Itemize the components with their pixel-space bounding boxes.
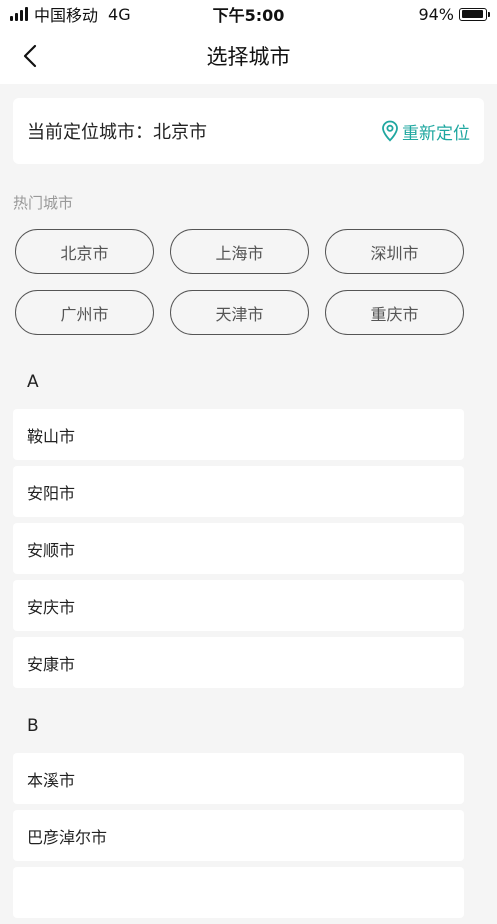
relocate-label: 重新定位 [402, 123, 470, 144]
status-left: 中国移动 4G [10, 2, 131, 26]
hot-city-chip[interactable]: 上海市 [170, 229, 309, 274]
back-button[interactable] [14, 40, 46, 72]
battery-percent: 94% [418, 4, 454, 24]
relocate-button[interactable]: 重新定位 [381, 119, 470, 144]
list-item-partial[interactable] [13, 867, 464, 918]
list-item[interactable]: 安庆市 [13, 580, 464, 631]
battery-icon [459, 7, 490, 21]
section-header-b: B [27, 716, 39, 736]
hot-cities-grid: 北京市 上海市 深圳市 广州市 天津市 重庆市 [15, 229, 465, 335]
map-pin-icon [382, 120, 398, 142]
chevron-left-icon [23, 44, 37, 68]
status-bar: 中国移动 4G 下午5:00 94% [0, 0, 497, 28]
hot-city-chip[interactable]: 深圳市 [325, 229, 464, 274]
hot-cities-title: 热门城市 [13, 194, 74, 212]
list-item[interactable]: 本溪市 [13, 753, 464, 804]
list-item[interactable]: 巴彦淖尔市 [13, 810, 464, 861]
list-item[interactable]: 安康市 [13, 637, 464, 688]
current-location-label: 当前定位城市：北京市 [27, 122, 207, 143]
nav-bar: 选择城市 [0, 28, 497, 84]
list-item[interactable]: 安顺市 [13, 523, 464, 574]
signal-icon [10, 7, 28, 21]
hot-city-chip[interactable]: 重庆市 [325, 290, 464, 335]
hot-city-chip[interactable]: 天津市 [170, 290, 309, 335]
network-type: 4G [108, 4, 131, 24]
list-item[interactable]: 鞍山市 [13, 409, 464, 460]
hot-city-chip[interactable]: 北京市 [15, 229, 154, 274]
list-item[interactable]: 安阳市 [13, 466, 464, 517]
carrier-name: 中国移动 [34, 6, 99, 25]
hot-city-chip[interactable]: 广州市 [15, 290, 154, 335]
status-right: 94% [418, 4, 490, 24]
city-list-b: 本溪市 巴彦淖尔市 [13, 753, 464, 924]
battery-fill [461, 10, 484, 18]
city-list-a: 鞍山市 安阳市 安顺市 安庆市 安康市 [13, 409, 464, 694]
section-header-a: A [27, 372, 39, 392]
current-location-card: 当前定位城市：北京市 重新定位 [13, 98, 484, 164]
page-title: 选择城市 [206, 45, 291, 69]
